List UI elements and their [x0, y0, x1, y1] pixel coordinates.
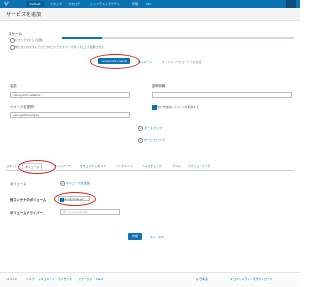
- port-map-label: ポートマップ: [144, 126, 163, 130]
- image-label: イメージを選択*: [10, 105, 35, 109]
- tab-labels[interactable]: ラベル: [172, 163, 180, 169]
- service-link-button[interactable]: + サービスリンク: [138, 138, 165, 143]
- image-input[interactable]: nanogrid/nanogrid: [10, 112, 130, 118]
- top-navigation-bar: 🐮 Default スタック カタログ インフラストラクチャ 管理 API: [0, 0, 300, 8]
- cancel-link[interactable]: キャンセル: [150, 235, 164, 239]
- tab-network[interactable]: ネットワーク: [54, 163, 71, 169]
- name-input[interactable]: nanogrid-h-network: [10, 92, 130, 98]
- add-volume-button[interactable]: + ボリュームを追加: [60, 181, 90, 186]
- sidekick-link[interactable]: サイドキックのコンテナを追加: [162, 60, 201, 64]
- name-label: 名前: [10, 84, 17, 88]
- rancher-logo-icon[interactable]: 🐮: [4, 1, 18, 7]
- volume-label: ボリューム: [10, 182, 27, 186]
- create-button[interactable]: 作成: [128, 233, 142, 240]
- volumes-from-label: 他コンテナのボリューム: [10, 198, 47, 202]
- service-link-label: サービスリンク: [144, 138, 166, 142]
- nav-stack[interactable]: スタック: [50, 1, 62, 7]
- footer-docs[interactable]: ドキュメント: [38, 277, 55, 281]
- footer-forums[interactable]: フォーラム: [78, 277, 92, 281]
- plus-icon: +: [138, 138, 143, 143]
- environment-switcher[interactable]: Default: [26, 1, 44, 7]
- tab-command[interactable]: コマンド: [6, 163, 17, 169]
- cli-download-link[interactable]: ⬇ コマンドラインをダウンロード: [230, 277, 272, 281]
- desc-input[interactable]: [152, 92, 292, 98]
- nav-catalog[interactable]: カタログ: [68, 1, 80, 7]
- tab-scheduling[interactable]: スケジューリング: [188, 163, 210, 169]
- plus-icon: +: [138, 126, 143, 131]
- scale-always-label: 常に全てのホストでひとつのコンテナをインスタンスとして起動させる: [15, 45, 105, 49]
- pull-image-checkbox[interactable]: [152, 105, 157, 110]
- footer-help[interactable]: ヘルプ: [26, 277, 34, 281]
- footer: v1.6.10 ヘルプ ドキュメント ライセンス フォーラム Slack ◍ 日…: [0, 272, 300, 287]
- footer-license[interactable]: ライセンス: [58, 277, 72, 281]
- scale-fixed-label: 1 コンテナとして起動: [15, 38, 43, 42]
- footer-version: v1.6.10: [6, 277, 17, 281]
- page-title: サービスを追加: [6, 12, 42, 18]
- volume-driver-input[interactable]: 例: convoy-gluster: [60, 209, 120, 215]
- port-map-button[interactable]: + ポートマップ: [138, 126, 162, 131]
- plus-icon: +: [60, 181, 65, 186]
- tab-security-host[interactable]: セキュリティ/ホスト: [80, 163, 106, 169]
- page-header: サービスを追加: [0, 8, 300, 21]
- scale-heading: スケール: [8, 32, 23, 36]
- scale-slider-fill: [62, 37, 102, 39]
- nav-infrastructure[interactable]: インフラストラクチャ: [90, 1, 120, 7]
- nav-admin[interactable]: 管理: [132, 1, 138, 7]
- highlight-circle-image: [90, 54, 140, 69]
- tab-secrets[interactable]: シークレット: [116, 163, 133, 169]
- nav-api[interactable]: API: [146, 1, 151, 7]
- user-avatar[interactable]: [286, 0, 296, 8]
- tab-health-check[interactable]: ヘルスチェック: [142, 163, 162, 169]
- footer-slack[interactable]: Slack: [96, 277, 103, 281]
- desc-label: 説明情報: [152, 84, 166, 88]
- add-volume-label: ボリュームを追加: [66, 181, 90, 185]
- volume-driver-label: ボリュームドライバー: [10, 211, 43, 215]
- cli-download-label: コマンドラインをダウンロード: [233, 277, 273, 281]
- image-link[interactable]: のイメージ: [138, 60, 152, 64]
- language-selector[interactable]: ◍ 日本語: [196, 277, 208, 281]
- language-label: 日本語: [199, 277, 208, 281]
- pull-image-label: 常に作成前にイメージを取得する: [157, 105, 199, 109]
- scale-slider[interactable]: [62, 37, 294, 39]
- highlight-circle-volumes-from: [54, 192, 96, 206]
- highlight-circle-volumes-tab: [18, 160, 56, 174]
